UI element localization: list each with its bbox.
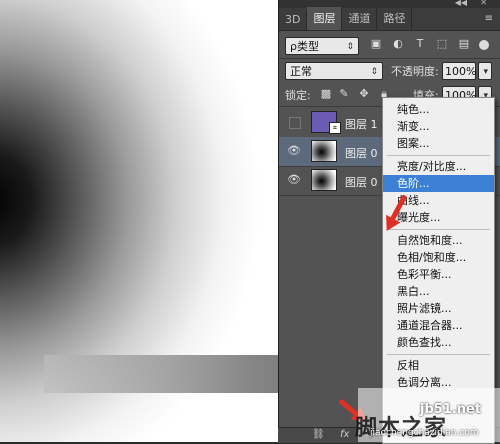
pixel-filter-icon[interactable]: ▣ [369, 37, 383, 51]
eye-icon[interactable]: 👁︎ [287, 173, 301, 187]
menu-item-brightness-contrast[interactable]: 亮度/对比度... [383, 158, 494, 175]
divider [279, 58, 500, 59]
adjustment-filter-icon[interactable]: ◐ [391, 37, 405, 51]
menu-item-channel-mixer[interactable]: 通道混合器... [383, 317, 494, 334]
menu-separator [387, 354, 490, 355]
layer-thumbnail [311, 169, 337, 191]
chevron-down-icon: ⇕ [346, 42, 354, 52]
layer-name: 图层 0 [345, 176, 378, 189]
lock-transparency-icon[interactable]: ▩ [319, 87, 333, 101]
shape-filter-icon[interactable]: ⬚ [435, 37, 449, 51]
visibility-toggle[interactable] [289, 117, 301, 129]
type-filter-icon[interactable]: T [413, 37, 427, 51]
menu-item-black-white[interactable]: 黑白... [383, 283, 494, 300]
filter-kind-select[interactable]: ρ类型 ⇕ [285, 37, 359, 55]
smart-object-filter-icon[interactable]: ▤ [457, 37, 471, 51]
lock-paint-icon[interactable]: ✎ [337, 87, 351, 101]
menu-item-pattern[interactable]: 图案... [383, 135, 494, 152]
menu-item-color-lookup[interactable]: 颜色查找... [383, 334, 494, 351]
opacity-label: 不透明度: [391, 65, 439, 78]
menu-item-color-balance[interactable]: 色彩平衡... [383, 266, 494, 283]
close-icon[interactable]: ✕ [480, 0, 487, 7]
tab-layers[interactable]: 图层 [307, 7, 343, 30]
watermark-sub: jiaochengchazidian.com [370, 428, 479, 438]
menu-item-gradient[interactable]: 渐变... [383, 118, 494, 135]
panel-menu-icon[interactable]: ≡ [485, 13, 493, 24]
menu-item-photo-filter[interactable]: 照片滤镜... [383, 300, 494, 317]
menu-item-levels[interactable]: 色阶... [383, 175, 494, 192]
lock-position-icon[interactable]: ✥ [357, 87, 371, 101]
menu-separator [387, 155, 490, 156]
layer-name: 图层 1 [345, 118, 378, 131]
layer-name: 图层 0 [345, 147, 378, 160]
chevron-down-icon: ▾ [483, 67, 488, 77]
filter-kind-value: ρ类型 [290, 40, 319, 53]
fx-icon[interactable]: fx [340, 429, 349, 440]
filter-toggle-icon[interactable] [479, 40, 489, 50]
link-icon[interactable]: ⛓ [312, 429, 325, 440]
collapse-icon[interactable]: ◀◀ [455, 0, 467, 7]
menu-item-hue-saturation[interactable]: 色相/饱和度... [383, 249, 494, 266]
blend-mode-select[interactable]: 正常 ⇕ [285, 62, 383, 80]
eye-icon[interactable]: 👁︎ [287, 144, 301, 158]
tab-3d[interactable]: 3D [279, 10, 308, 30]
menu-separator [387, 229, 490, 230]
layer-mask-icon: ⌗ [329, 122, 341, 134]
blend-row: 正常 ⇕ 不透明度: 100% ▾ [279, 60, 500, 82]
lock-label: 锁定: [285, 89, 311, 102]
filter-row: ρ类型 ⇕ ▣ ◐ T ⬚ ▤ [279, 34, 500, 58]
tab-channels[interactable]: 通道 [342, 7, 378, 30]
menu-item-solid-color[interactable]: 纯色... [383, 101, 494, 118]
menu-item-invert[interactable]: 反相 [383, 357, 494, 374]
tab-paths[interactable]: 路径 [377, 7, 413, 30]
blend-mode-value: 正常 [290, 65, 312, 78]
menu-item-vibrance[interactable]: 自然饱和度... [383, 232, 494, 249]
opacity-field[interactable]: 100% [442, 62, 476, 80]
watermark-url: jb51.net [420, 402, 482, 417]
opacity-value: 100% [445, 65, 477, 78]
panel-tabs: 3D 图层 通道 路径 ≡ [279, 7, 500, 31]
chevron-down-icon: ⇕ [370, 67, 378, 77]
layer-thumbnail [311, 140, 337, 162]
opacity-dropdown[interactable]: ▾ [478, 62, 492, 80]
